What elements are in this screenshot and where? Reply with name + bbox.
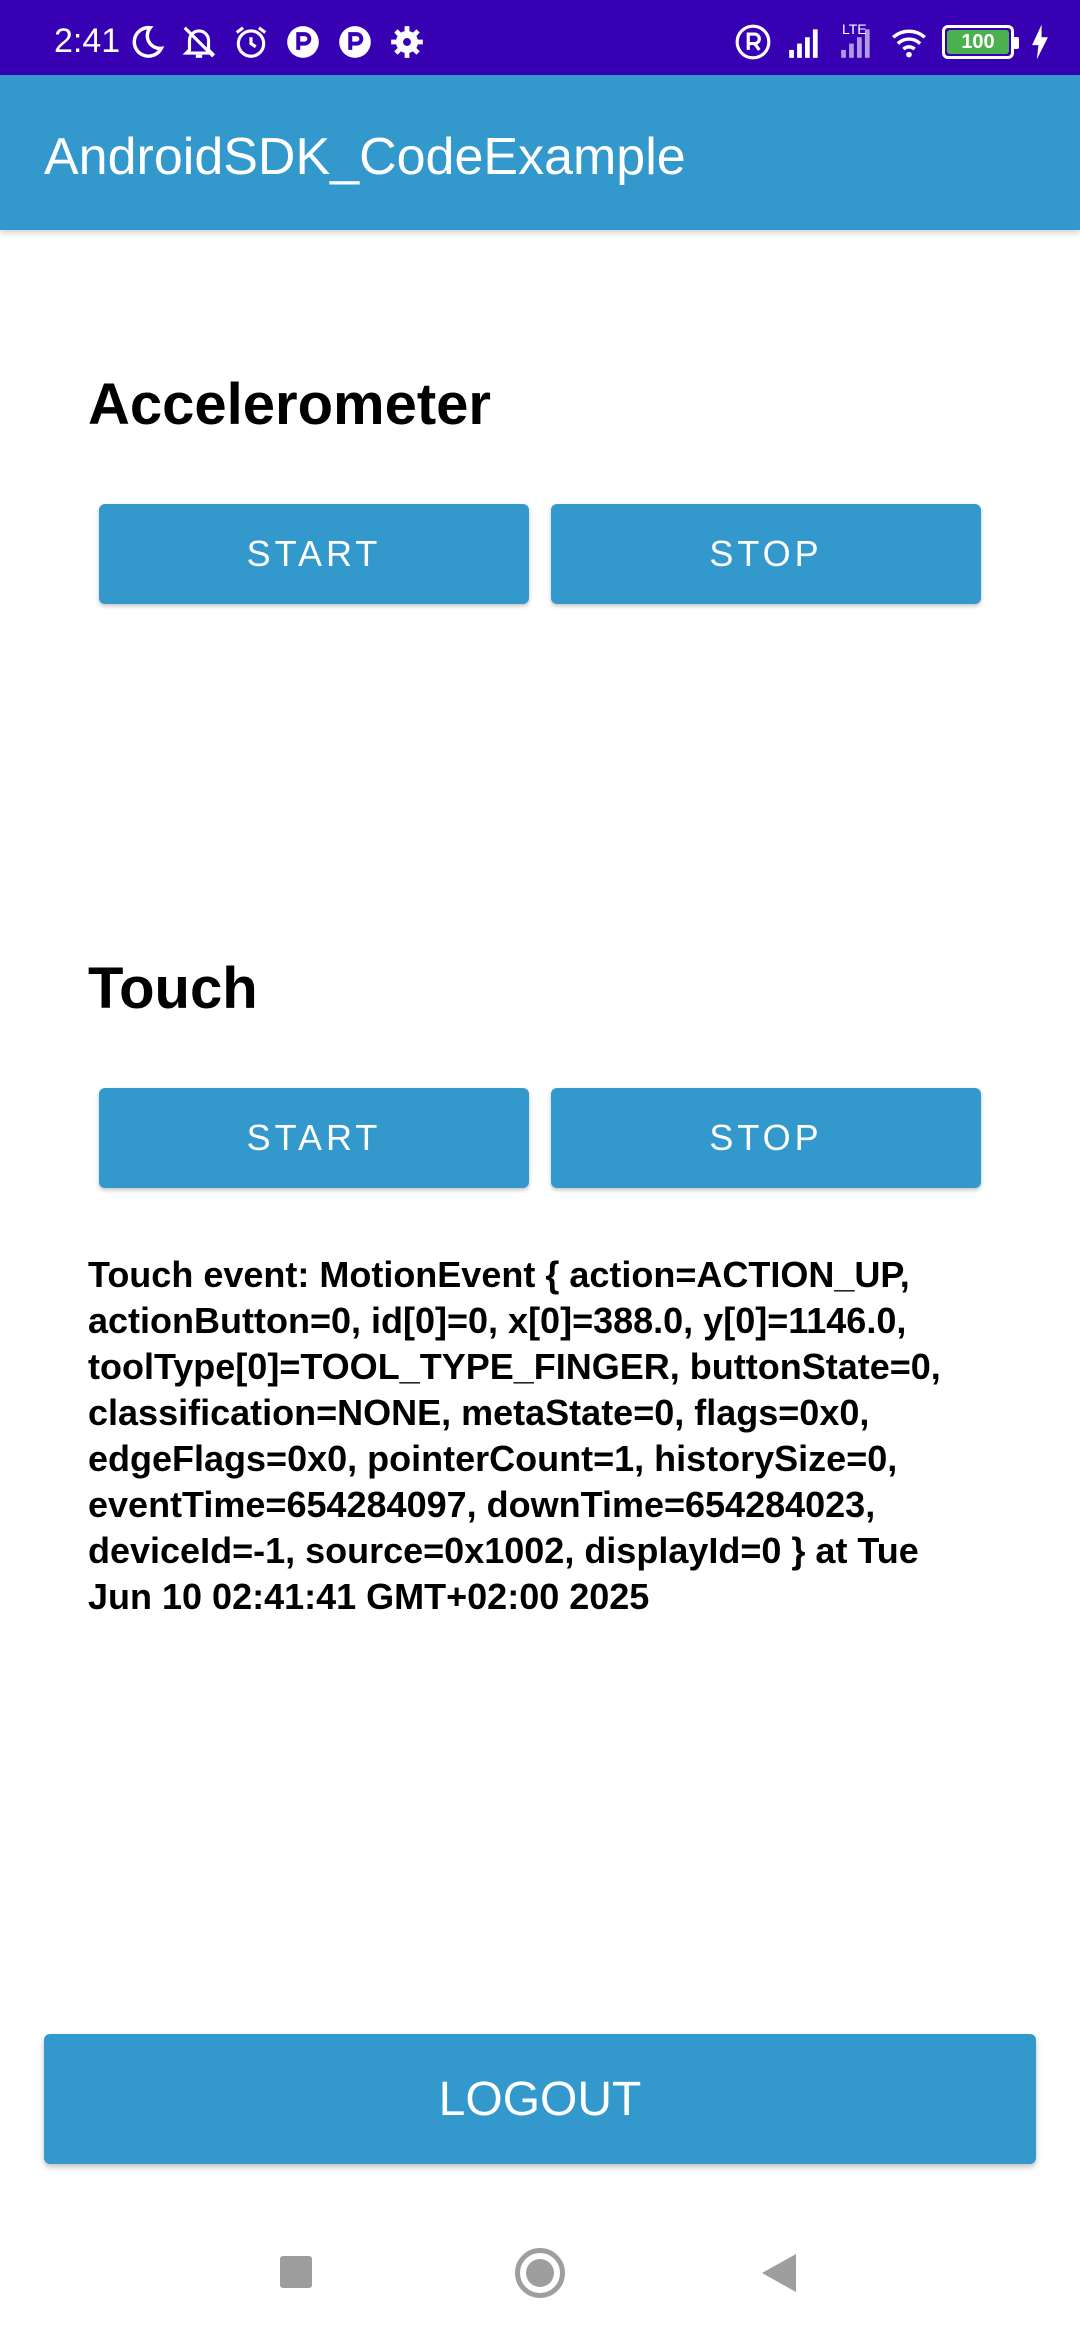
alarm-icon [232,23,270,61]
gear-icon [388,23,426,61]
moon-icon [128,23,166,61]
status-bar: 2:41 LTE 100 [0,0,1080,75]
status-time: 2:41 [54,22,121,60]
charging-icon [1028,23,1052,61]
app-bar: AndroidSDK_CodeExample [0,75,1080,230]
touch-title: Touch [88,956,258,1021]
recents-icon[interactable] [280,2256,312,2288]
touch-event-output: Touch event: MotionEvent { action=ACTION… [88,1254,941,1617]
accelerometer-start-button[interactable]: START [99,504,529,604]
touch-stop-button[interactable]: STOP [551,1088,981,1188]
logout-button[interactable]: LOGOUT [44,2034,1036,2164]
network-type: LTE [842,21,867,37]
signal-icon [786,23,824,61]
status-left-icons [128,22,426,62]
bell-off-icon [180,23,218,61]
app-title: AndroidSDK_CodeExample [44,128,686,186]
battery-icon: 100 [942,25,1019,59]
navigation-bar [0,2220,1080,2340]
app-notification-icon [336,23,374,61]
touch-start-button[interactable]: START [99,1088,529,1188]
registered-icon [734,23,772,61]
battery-level: 100 [947,30,1009,54]
accelerometer-title: Accelerometer [88,372,491,437]
status-right-icons: LTE 100 [734,21,1052,62]
app-notification-icon [284,23,322,61]
accelerometer-stop-button[interactable]: STOP [551,504,981,604]
home-icon[interactable] [515,2248,565,2298]
back-icon[interactable] [762,2254,796,2292]
lte-signal-icon: LTE [838,21,876,61]
wifi-icon [890,23,928,61]
